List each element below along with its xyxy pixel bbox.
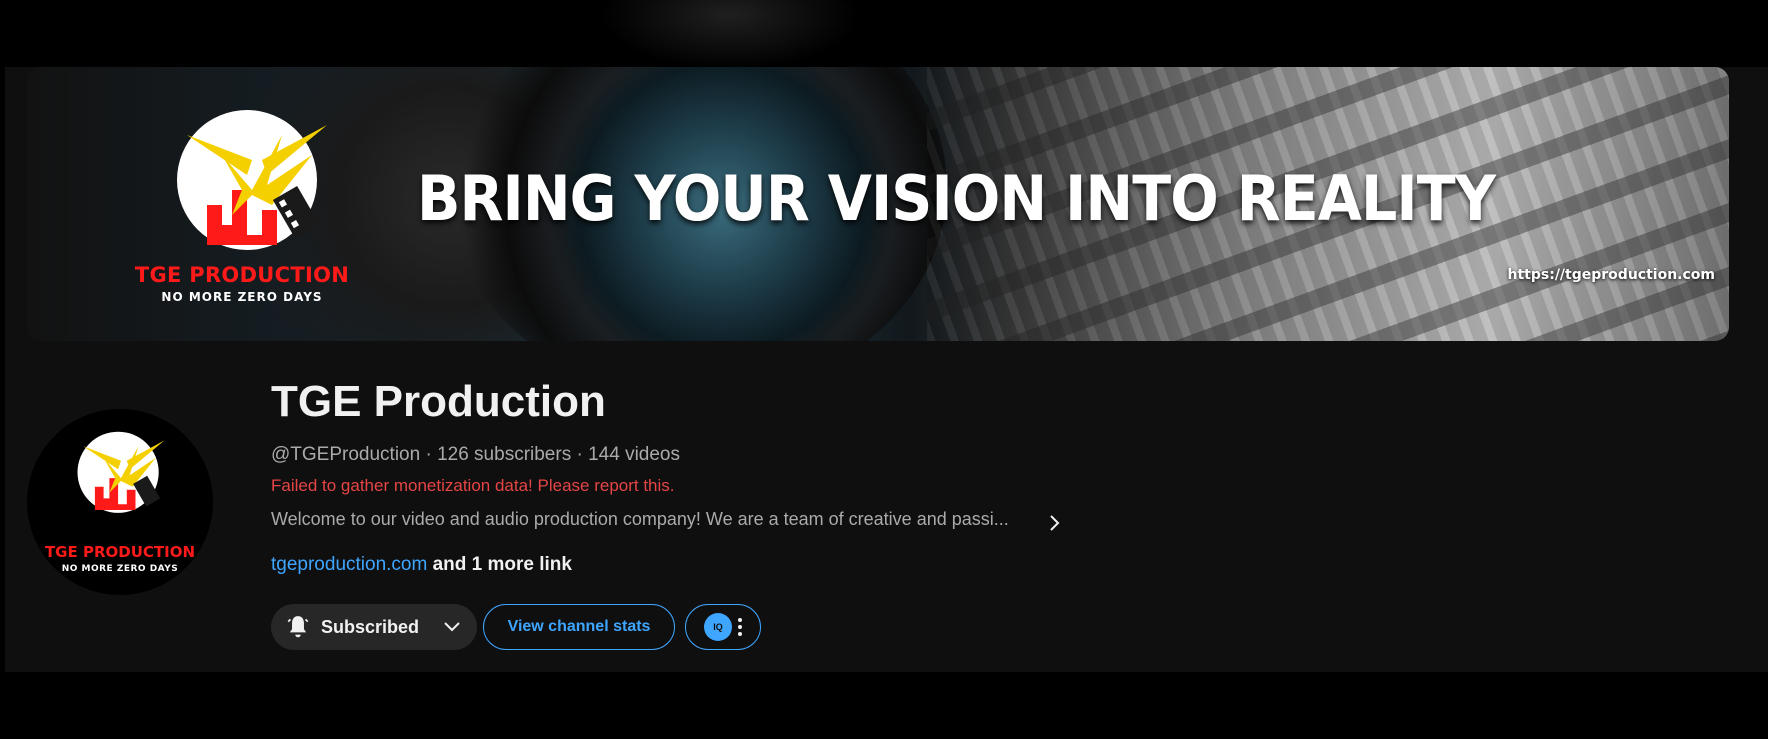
avatar-logo-name: TGE PRODUCTION <box>44 543 196 561</box>
meta-separator: · <box>571 444 589 465</box>
avatar-logo-emblem <box>77 431 165 513</box>
top-glow <box>600 0 860 70</box>
video-count: 144 videos <box>588 444 680 465</box>
channel-banner: TGE PRODUCTION NO MORE ZERO DAYS BRING Y… <box>27 67 1729 341</box>
chevron-down-icon <box>443 621 461 633</box>
channel-description[interactable]: Welcome to our video and audio productio… <box>271 509 1009 530</box>
subscribed-label: Subscribed <box>321 616 420 637</box>
channel-meta: @TGEProduction · 126 subscribers · 144 v… <box>271 444 680 466</box>
bell-icon <box>287 616 309 638</box>
description-more-button[interactable] <box>1045 513 1065 533</box>
channel-links: tgeproduction.com and 1 more link <box>271 554 572 576</box>
banner-logo-tagline: NO MORE ZERO DAYS <box>161 290 323 304</box>
channel-avatar[interactable]: TGE PRODUCTION NO MORE ZERO DAYS <box>27 409 213 595</box>
banner-headline: BRING YOUR VISION INTO REALITY <box>417 162 1496 235</box>
banner-logo-name: TGE PRODUCTION <box>134 263 350 287</box>
view-channel-stats-button[interactable]: View channel stats <box>483 604 675 650</box>
channel-page: TGE PRODUCTION NO MORE ZERO DAYS BRING Y… <box>5 67 1768 672</box>
extension-logo-icon: IQ <box>704 613 732 641</box>
channel-handle: @TGEProduction <box>271 444 421 465</box>
avatar-logo-tagline: NO MORE ZERO DAYS <box>61 564 179 574</box>
subscriber-count: 126 subscribers <box>437 444 572 465</box>
channel-website-link[interactable]: tgeproduction.com <box>271 554 427 575</box>
meta-separator: · <box>420 444 438 465</box>
monetization-error: Failed to gather monetization data! Plea… <box>271 476 675 495</box>
subscribed-button[interactable]: Subscribed <box>271 604 477 650</box>
channel-title: TGE Production <box>271 377 606 426</box>
chevron-right-icon <box>1050 515 1060 531</box>
extension-button[interactable]: IQ <box>685 604 761 650</box>
more-vert-icon[interactable] <box>738 618 742 636</box>
banner-url: https://tgeproduction.com <box>1507 267 1715 283</box>
more-links-button[interactable]: and 1 more link <box>433 554 572 575</box>
